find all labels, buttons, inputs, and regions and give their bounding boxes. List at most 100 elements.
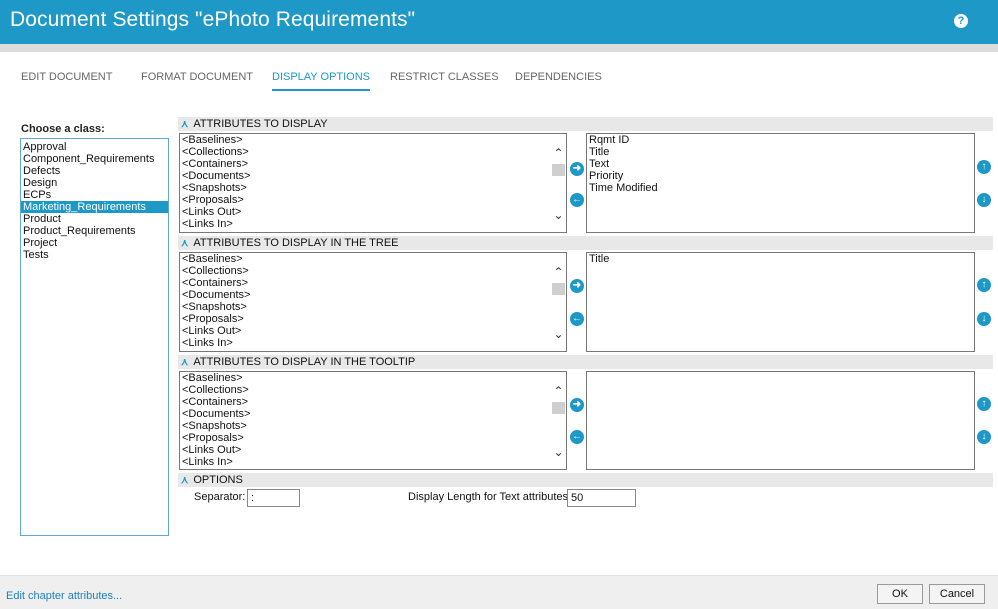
list-item[interactable]: Text <box>587 158 974 170</box>
list-item[interactable]: <Collections> <box>180 384 566 396</box>
help-icon[interactable]: ? <box>954 14 968 28</box>
class-item-defects[interactable]: Defects <box>21 165 168 177</box>
list-item[interactable]: <Snapshots> <box>180 420 566 432</box>
available-tooltip-attributes-listbox[interactable]: <Baselines> <Collections> <Containers> <… <box>179 371 567 470</box>
arrow-left-icon: ← <box>572 194 582 205</box>
list-item[interactable]: <Baselines> <box>180 134 566 146</box>
list-item[interactable]: <Baselines> <box>180 372 566 384</box>
class-item-marketing-requirements[interactable]: Marketing_Requirements <box>21 201 168 213</box>
move-right-button[interactable]: ➜ <box>570 162 584 176</box>
scroll-up-icon[interactable]: ⌃ <box>551 146 566 160</box>
list-item[interactable]: <Documents> <box>180 170 566 182</box>
list-item[interactable]: Title <box>587 146 974 158</box>
available-attributes-listbox[interactable]: <Baselines> <Collections> <Containers> <… <box>179 133 567 233</box>
class-item-ecps[interactable]: ECPs <box>21 189 168 201</box>
move-right-button[interactable]: ➜ <box>570 398 584 412</box>
move-up-button[interactable]: ↑ <box>977 278 991 292</box>
scrollbar[interactable]: ⌃ ⌄ <box>551 134 566 232</box>
scroll-up-icon[interactable]: ⌃ <box>551 265 566 279</box>
arrow-right-icon: ➜ <box>572 280 582 291</box>
list-item[interactable]: <Links In> <box>180 456 566 468</box>
list-item[interactable]: <Containers> <box>180 277 566 289</box>
list-item[interactable]: <Links In> <box>180 337 566 349</box>
list-item[interactable]: <Containers> <box>180 158 566 170</box>
arrow-right-icon: ➜ <box>572 163 582 174</box>
arrow-down-icon: ↓ <box>981 431 987 442</box>
list-item[interactable]: <Documents> <box>180 289 566 301</box>
class-listbox[interactable]: Approval Component_Requirements Defects … <box>20 138 169 536</box>
arrow-left-icon: ← <box>572 431 582 442</box>
class-item-product-requirements[interactable]: Product_Requirements <box>21 225 168 237</box>
list-item[interactable]: <Snapshots> <box>180 301 566 313</box>
section-header-options[interactable]: ⋏ OPTIONS <box>178 473 993 487</box>
move-right-button[interactable]: ➜ <box>570 279 584 293</box>
footer-bar: Edit chapter attributes... OK Cancel <box>0 575 998 609</box>
section-header-tree[interactable]: ⋏ ATTRIBUTES TO DISPLAY IN THE TREE <box>178 236 993 250</box>
class-item-product[interactable]: Product <box>21 213 168 225</box>
cancel-button[interactable]: Cancel <box>929 584 985 604</box>
title-bar: Document Settings "ePhoto Requirements" … <box>0 0 998 44</box>
move-left-button[interactable]: ← <box>570 193 584 207</box>
selected-tooltip-attributes-listbox[interactable] <box>586 371 975 470</box>
scroll-thumb[interactable] <box>552 283 565 295</box>
scroll-up-icon[interactable]: ⌃ <box>551 384 566 398</box>
scroll-down-icon[interactable]: ⌄ <box>551 445 566 459</box>
move-down-button[interactable]: ↓ <box>977 312 991 326</box>
selected-tree-attributes-listbox[interactable]: Title <box>586 252 975 352</box>
tab-dependencies[interactable]: DEPENDENCIES <box>515 71 602 89</box>
selected-attributes-listbox[interactable]: Rqmt ID Title Text Priority Time Modifie… <box>586 133 975 233</box>
section-header-tooltip[interactable]: ⋏ ATTRIBUTES TO DISPLAY IN THE TOOLTIP <box>178 355 993 369</box>
move-up-button[interactable]: ↑ <box>977 397 991 411</box>
list-item[interactable]: <Proposals> <box>180 432 566 444</box>
separator-label: Separator: <box>194 491 246 503</box>
section-title: ATTRIBUTES TO DISPLAY <box>193 118 328 130</box>
move-left-button[interactable]: ← <box>570 430 584 444</box>
class-item-component-requirements[interactable]: Component_Requirements <box>21 153 168 165</box>
list-item[interactable]: <Links In> <box>180 218 566 230</box>
list-item[interactable]: Priority <box>587 170 974 182</box>
ok-button[interactable]: OK <box>877 584 923 604</box>
tab-restrict-classes[interactable]: RESTRICT CLASSES <box>390 71 499 89</box>
class-item-project[interactable]: Project <box>21 237 168 249</box>
scroll-down-icon[interactable]: ⌄ <box>551 208 566 222</box>
section-title: ATTRIBUTES TO DISPLAY IN THE TREE <box>193 237 399 249</box>
list-item[interactable]: <Collections> <box>180 265 566 277</box>
edit-chapter-attributes-link[interactable]: Edit chapter attributes... <box>6 590 122 602</box>
title-sub-bar <box>0 44 998 52</box>
list-item[interactable]: <Snapshots> <box>180 182 566 194</box>
list-item[interactable]: <Links Out> <box>180 325 566 337</box>
move-down-button[interactable]: ↓ <box>977 193 991 207</box>
move-left-button[interactable]: ← <box>570 312 584 326</box>
list-item[interactable]: <Links Out> <box>180 444 566 456</box>
available-tree-attributes-listbox[interactable]: <Baselines> <Collections> <Containers> <… <box>179 252 567 352</box>
section-header-display[interactable]: ⋏ ATTRIBUTES TO DISPLAY <box>178 117 993 131</box>
window-title: Document Settings "ePhoto Requirements" <box>10 8 416 31</box>
move-up-button[interactable]: ↑ <box>977 160 991 174</box>
scroll-thumb[interactable] <box>552 164 565 176</box>
scroll-down-icon[interactable]: ⌄ <box>551 327 566 341</box>
arrow-down-icon: ↓ <box>981 194 987 205</box>
move-down-button[interactable]: ↓ <box>977 430 991 444</box>
list-item[interactable]: <Links Out> <box>180 206 566 218</box>
scrollbar[interactable]: ⌃ ⌄ <box>551 253 566 351</box>
list-item[interactable]: Rqmt ID <box>587 134 974 146</box>
tab-format-document[interactable]: FORMAT DOCUMENT <box>141 71 253 89</box>
tab-edit-document[interactable]: EDIT DOCUMENT <box>21 71 112 89</box>
scrollbar[interactable]: ⌃ ⌄ <box>551 372 566 469</box>
separator-input[interactable] <box>247 489 300 507</box>
list-item[interactable]: <Containers> <box>180 396 566 408</box>
list-item[interactable]: <Proposals> <box>180 313 566 325</box>
class-item-approval[interactable]: Approval <box>21 141 168 153</box>
scroll-thumb[interactable] <box>552 402 565 414</box>
list-item[interactable]: <Proposals> <box>180 194 566 206</box>
list-item[interactable]: Title <box>587 253 974 265</box>
list-item[interactable]: Time Modified <box>587 182 974 194</box>
list-item[interactable]: <Collections> <box>180 146 566 158</box>
arrow-right-icon: ➜ <box>572 399 582 410</box>
list-item[interactable]: <Documents> <box>180 408 566 420</box>
class-item-tests[interactable]: Tests <box>21 249 168 261</box>
list-item[interactable]: <Baselines> <box>180 253 566 265</box>
display-length-input[interactable] <box>567 489 636 507</box>
class-item-design[interactable]: Design <box>21 177 168 189</box>
tab-display-options[interactable]: DISPLAY OPTIONS <box>272 71 371 91</box>
